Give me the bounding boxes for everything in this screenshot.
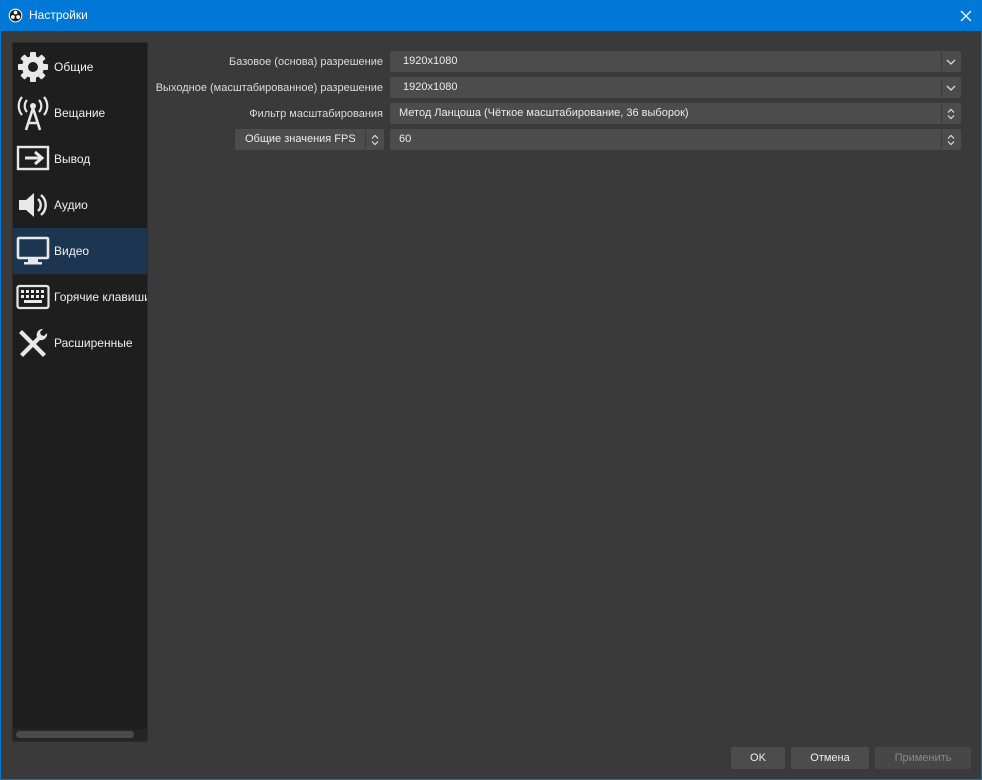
sidebar-item-audio[interactable]: Аудио xyxy=(13,182,147,228)
output-icon xyxy=(13,139,53,179)
speaker-icon xyxy=(13,185,53,225)
broadcast-tower-icon xyxy=(13,93,53,133)
downscale-filter-combo[interactable]: Метод Ланцоша (Чёткое масштабирование, 3… xyxy=(390,103,961,124)
fps-type-combo[interactable]: Общие значения FPS xyxy=(235,129,384,150)
sidebar-item-label: Горячие клавиши xyxy=(54,290,148,304)
downscale-filter-label: Фильтр масштабирования xyxy=(249,108,383,120)
up-down-arrows-icon[interactable] xyxy=(365,130,383,149)
base-resolution-value: 1920x1080 xyxy=(403,55,458,67)
output-resolution-combo[interactable]: 1920x1080 xyxy=(390,77,961,98)
window-title: Настройки xyxy=(29,8,88,22)
sidebar-item-stream[interactable]: Вещание xyxy=(13,90,147,136)
sidebar-item-label: Общие xyxy=(54,60,94,74)
close-icon xyxy=(960,10,972,21)
obs-logo-icon xyxy=(8,8,23,23)
output-resolution-value: 1920x1080 xyxy=(403,81,458,93)
settings-sidebar: Общие Вещание Вывод Аудио Видео Горячие … xyxy=(12,42,148,742)
sidebar-item-general[interactable]: Общие xyxy=(13,44,147,90)
sidebar-item-output[interactable]: Вывод xyxy=(13,136,147,182)
sidebar-item-advanced[interactable]: Расширенные xyxy=(13,320,147,366)
chevron-down-icon[interactable] xyxy=(941,78,960,97)
up-down-arrows-icon[interactable] xyxy=(941,130,960,149)
fps-type-value: Общие значения FPS xyxy=(245,133,356,145)
base-resolution-combo[interactable]: 1920x1080 xyxy=(390,51,961,72)
sidebar-item-label: Вывод xyxy=(54,152,91,166)
fps-value-combo[interactable]: 60 xyxy=(390,129,961,150)
sidebar-horizontal-scrollbar[interactable] xyxy=(13,729,147,741)
sidebar-item-hotkeys[interactable]: Горячие клавиши xyxy=(13,274,147,320)
settings-window: Настройки Общие Вещание Вывод Аудио Виде… xyxy=(1,0,981,779)
chevron-down-icon[interactable] xyxy=(941,52,960,71)
close-button[interactable] xyxy=(951,0,981,31)
downscale-filter-value: Метод Ланцоша (Чёткое масштабирование, 3… xyxy=(399,107,689,119)
fps-value: 60 xyxy=(399,133,412,145)
sidebar-item-label: Аудио xyxy=(54,198,88,212)
apply-button[interactable]: Применить xyxy=(875,747,971,769)
cancel-button[interactable]: Отмена xyxy=(791,747,869,769)
output-resolution-label: Выходное (масштабированное) разрешение xyxy=(155,82,383,94)
scrollbar-thumb[interactable] xyxy=(16,731,134,738)
base-resolution-label: Базовое (основа) разрешение xyxy=(229,56,383,68)
up-down-arrows-icon[interactable] xyxy=(941,104,960,123)
sidebar-item-label: Вещание xyxy=(54,106,106,120)
monitor-icon xyxy=(13,231,53,271)
sidebar-item-label: Расширенные xyxy=(54,336,133,350)
gear-icon xyxy=(13,47,53,87)
ok-button[interactable]: OK xyxy=(731,747,785,769)
sidebar-item-label: Видео xyxy=(54,244,90,258)
tools-icon xyxy=(13,323,53,363)
title-bar: Настройки xyxy=(1,0,981,31)
keyboard-icon xyxy=(13,277,53,317)
sidebar-item-video[interactable]: Видео xyxy=(13,228,147,274)
